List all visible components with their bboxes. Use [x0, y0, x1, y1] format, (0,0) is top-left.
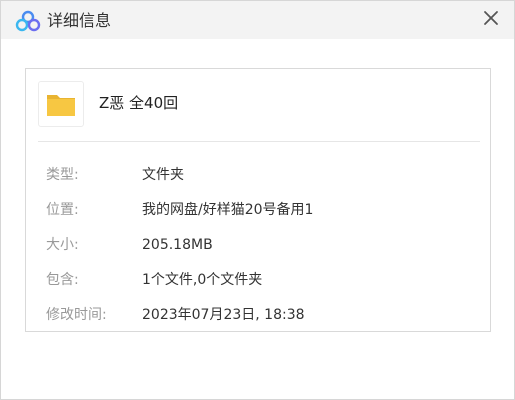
title-bar: 详细信息	[1, 1, 514, 39]
location-label: 位置:	[46, 202, 79, 218]
details-dialog: 详细信息 Z恶 全40回 类型: 文件夹 位置: 我的网盘/好样猫20号备用1 …	[0, 0, 515, 400]
folder-icon	[47, 95, 75, 116]
contains-value: 1个文件,0个文件夹	[142, 272, 263, 288]
details-panel: Z恶 全40回 类型: 文件夹 位置: 我的网盘/好样猫20号备用1 大小: 2…	[25, 68, 491, 332]
item-name: Z恶 全40回	[99, 94, 179, 112]
detail-row-location: 位置: 我的网盘/好样猫20号备用1	[26, 199, 490, 221]
detail-row-contains: 包含: 1个文件,0个文件夹	[26, 269, 490, 291]
close-button[interactable]	[478, 5, 504, 31]
size-label: 大小:	[46, 237, 79, 253]
contains-label: 包含:	[46, 272, 79, 288]
detail-row-type: 类型: 文件夹	[26, 164, 490, 186]
detail-row-size: 大小: 205.18MB	[26, 234, 490, 256]
cloud-logo-icon	[15, 10, 41, 32]
dialog-title: 详细信息	[47, 11, 112, 30]
divider	[38, 141, 480, 142]
type-label: 类型:	[46, 167, 79, 183]
location-value: 我的网盘/好样猫20号备用1	[142, 202, 314, 218]
detail-row-modified: 修改时间: 2023年07月23日, 18:38	[26, 304, 490, 326]
size-value: 205.18MB	[142, 237, 213, 253]
modified-label: 修改时间:	[46, 307, 107, 323]
modified-value: 2023年07月23日, 18:38	[142, 307, 305, 323]
type-value: 文件夹	[142, 167, 184, 183]
item-thumbnail	[38, 81, 84, 127]
close-icon[interactable]	[478, 5, 504, 31]
